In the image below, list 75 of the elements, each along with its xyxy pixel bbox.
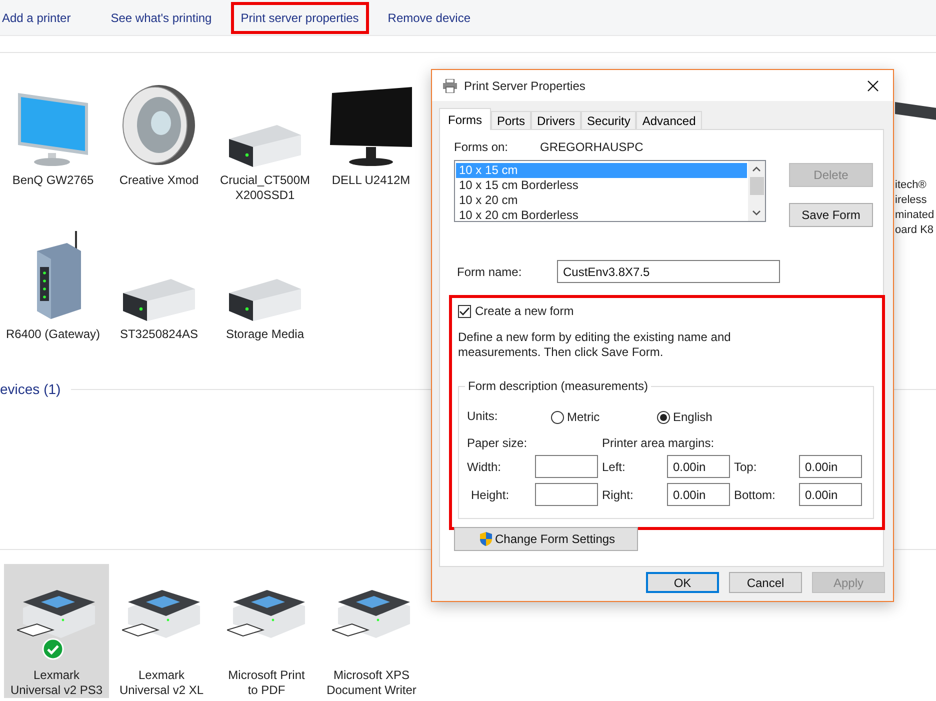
list-item[interactable]: 10 x 20 cm	[456, 193, 747, 208]
checkbox-label: Create a new form	[475, 304, 574, 318]
tab[interactable]: Drivers	[531, 111, 582, 129]
toolbar-button[interactable]: Remove device	[378, 2, 480, 32]
input-field[interactable]: 0.00in	[799, 483, 862, 506]
form-name-label: Form name:	[457, 264, 523, 278]
toolbar-button[interactable]: Add a printer	[0, 2, 80, 32]
device-label: DELL U2412M	[332, 173, 410, 188]
device-label: itech® ireless minated oard K8	[895, 178, 936, 238]
device-label: ST3250824AS	[120, 327, 198, 342]
forms-list[interactable]: 10 x 15 cm 10 x 15 cm Borderless 10 x 20 cm 10 x 20 cm Borderless	[454, 160, 766, 222]
hard-drive-icon	[227, 123, 303, 167]
dialog-button[interactable]: Cancel	[729, 572, 802, 593]
server-name: GREGORHAUSPC	[540, 140, 644, 154]
list-item[interactable]: 10 x 15 cm Borderless	[456, 178, 747, 193]
printer-item[interactable]: Microsoft Print to PDF	[214, 564, 319, 698]
dialog-button[interactable]: Save Form	[789, 203, 873, 227]
close-icon	[867, 80, 879, 92]
dialog-button[interactable]: OK	[646, 572, 719, 593]
radio-button[interactable]	[657, 410, 670, 424]
keyboard-icon	[895, 100, 936, 122]
change-form-settings-button[interactable]: Change Form Settings	[454, 527, 638, 551]
field-label: Width:	[467, 460, 502, 474]
field-label: Bottom:	[733, 488, 776, 502]
printer-icon	[332, 590, 412, 640]
form-name-field[interactable]: CustEnv3.8X7.5	[557, 260, 780, 283]
speaker-icon	[121, 83, 197, 167]
input-field[interactable]	[535, 455, 598, 478]
device-label: BenQ GW2765	[12, 173, 94, 188]
device-label: Storage Media	[226, 327, 304, 342]
scrollbar[interactable]	[748, 161, 765, 221]
device-label: Crucial_CT500M X200SSD1	[220, 173, 310, 203]
tab[interactable]: Ports	[491, 111, 532, 129]
input-field[interactable]: 0.00in	[667, 483, 730, 506]
field-label: Left:	[601, 460, 626, 474]
tab[interactable]: Forms	[439, 108, 491, 130]
forms-on-label: Forms on:	[454, 140, 510, 154]
field-label: Top:	[733, 460, 758, 474]
section-heading: evices (1)	[0, 381, 61, 397]
scroll-down-icon[interactable]	[752, 210, 761, 216]
units-label: Units:	[467, 408, 499, 422]
printer-item[interactable]: Microsoft XPS Document Writer	[319, 564, 424, 698]
checkbox[interactable]	[458, 304, 471, 318]
paper-size-label: Paper size:	[467, 436, 528, 450]
printer-icon	[442, 78, 458, 92]
hard-drive-icon	[227, 277, 303, 321]
tab[interactable]: Security	[581, 111, 636, 129]
description-text: Define a new form by editing the existing name and measurements. Then click Save Form.	[458, 330, 732, 360]
field-label: Height:	[470, 488, 510, 502]
hard-drive-icon	[121, 277, 197, 321]
list-item[interactable]: 10 x 20 cm Borderless	[456, 208, 747, 223]
monitor-icon	[328, 85, 414, 167]
shield-icon	[479, 531, 493, 547]
input-field[interactable]: 0.00in	[667, 455, 730, 478]
printer-icon	[16, 590, 96, 640]
field-label: Right:	[601, 488, 634, 502]
printer-item[interactable]: Lexmark Universal v2 XL	[109, 564, 214, 698]
printer-icon	[122, 590, 202, 640]
toolbar-button[interactable]: See what's printing	[102, 2, 221, 32]
monitor-icon	[16, 91, 90, 167]
radio-label: Metric	[567, 410, 600, 424]
device-label: Creative Xmod	[119, 173, 199, 188]
tab[interactable]: Advanced	[636, 111, 702, 129]
printer-icon	[226, 590, 306, 640]
group-title: Form description (measurements)	[465, 379, 652, 393]
printer-item[interactable]: Lexmark Universal v2 PS3	[4, 564, 109, 698]
input-field[interactable]: 0.00in	[799, 455, 862, 478]
radio-label: English	[673, 410, 712, 424]
input-field[interactable]	[535, 483, 598, 506]
scroll-up-icon[interactable]	[752, 166, 761, 172]
radio-button[interactable]	[551, 410, 564, 424]
device-label: R6400 (Gateway)	[6, 327, 100, 342]
window-title: Print Server Properties	[464, 78, 586, 92]
margins-label: Printer area margins:	[601, 436, 716, 450]
toolbar-button[interactable]: Print server properties	[230, 2, 369, 34]
